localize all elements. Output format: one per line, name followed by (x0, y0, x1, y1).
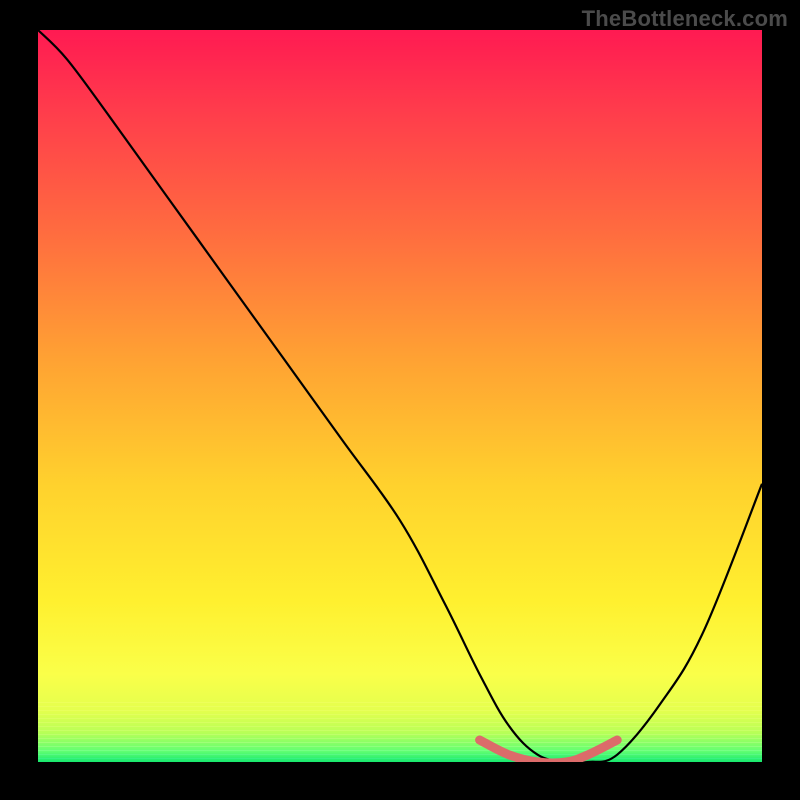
optimum-highlight (480, 740, 618, 762)
curve-svg (38, 30, 762, 762)
watermark-text: TheBottleneck.com (582, 6, 788, 32)
bottleneck-curve-line (38, 30, 762, 762)
chart-frame: TheBottleneck.com (0, 0, 800, 800)
plot-area (38, 30, 762, 762)
